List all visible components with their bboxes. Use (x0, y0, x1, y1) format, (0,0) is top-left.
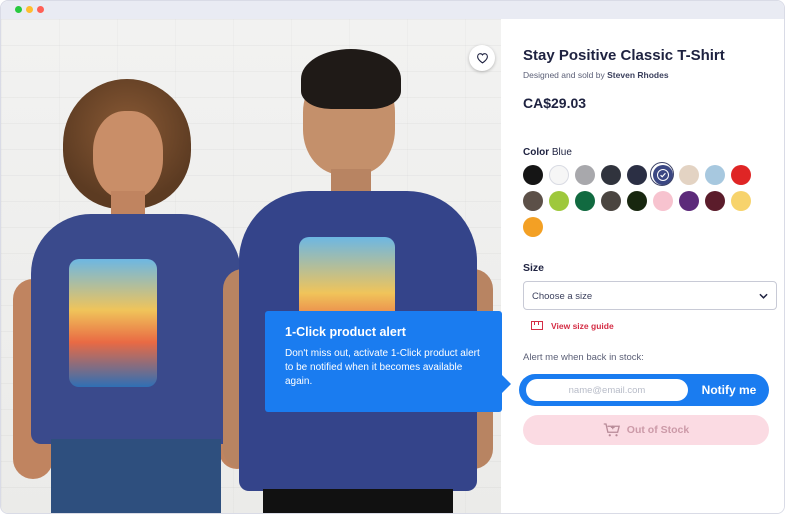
out-of-stock-label: Out of Stock (626, 424, 690, 436)
color-swatch[interactable] (575, 165, 595, 185)
color-swatch[interactable] (679, 191, 699, 211)
color-swatch[interactable] (650, 162, 674, 186)
size-guide-link[interactable]: View size guide (531, 321, 614, 331)
model-man-pants (263, 489, 453, 513)
notify-me-button[interactable]: Notify me (691, 374, 767, 406)
out-of-stock-button: Out of Stock (523, 415, 769, 445)
check-icon (657, 169, 669, 181)
model-man-hair (301, 49, 401, 109)
size-select-value: Choose a size (532, 291, 593, 302)
favorite-button[interactable] (469, 45, 495, 71)
color-label: Color Blue (523, 147, 572, 158)
color-swatch[interactable] (549, 165, 569, 185)
color-swatch[interactable] (601, 165, 621, 185)
notify-form: Notify me (519, 374, 769, 406)
color-swatch[interactable] (653, 191, 673, 211)
heart-icon (476, 53, 488, 64)
app-window: Stay Positive Classic T-Shirt Designed a… (0, 0, 785, 514)
designer-credit-prefix: Designed and sold by (523, 70, 605, 80)
color-swatch[interactable] (731, 165, 751, 185)
color-swatch[interactable] (601, 191, 621, 211)
color-swatch[interactable] (679, 165, 699, 185)
size-label: Size (523, 262, 545, 274)
ruler-icon (531, 321, 543, 330)
tooltip-title: 1-Click product alert (285, 325, 406, 339)
color-swatch[interactable] (627, 191, 647, 211)
model-woman-face (93, 111, 163, 199)
product-photo (1, 19, 501, 513)
color-swatch[interactable] (731, 191, 751, 211)
color-swatch[interactable] (627, 165, 647, 185)
email-field[interactable] (526, 379, 688, 401)
window-close-button[interactable] (15, 6, 22, 13)
product-details-panel: Stay Positive Classic T-Shirt Designed a… (501, 19, 784, 513)
color-swatch[interactable] (575, 191, 595, 211)
product-alert-tooltip: 1-Click product alert Don't miss out, ac… (265, 311, 511, 412)
size-guide-label: View size guide (551, 321, 614, 331)
model-woman-jeans (51, 439, 221, 513)
color-swatch[interactable] (705, 191, 725, 211)
tshirt-print-woman (69, 259, 157, 387)
size-select[interactable]: Choose a size (523, 281, 777, 310)
color-swatch[interactable] (549, 191, 569, 211)
window-titlebar (1, 1, 784, 20)
color-label-text: Color (523, 147, 550, 158)
stock-alert-label: Alert me when back in stock: (523, 352, 644, 363)
chevron-down-icon (759, 293, 768, 299)
color-swatch[interactable] (523, 217, 543, 237)
product-price: CA$29.03 (523, 95, 587, 111)
tooltip-body: Don't miss out, activate 1-Click product… (285, 348, 480, 387)
selected-color-name: Blue (551, 147, 572, 158)
designer-name[interactable]: Steven Rhodes (607, 70, 668, 80)
product-title: Stay Positive Classic T-Shirt (523, 47, 725, 64)
color-swatch[interactable] (523, 191, 543, 211)
cart-icon (603, 423, 620, 437)
designer-credit: Designed and sold by Steven Rhodes (523, 70, 669, 80)
window-minimize-button[interactable] (26, 6, 33, 13)
color-swatch[interactable] (705, 165, 725, 185)
color-swatch[interactable] (523, 165, 543, 185)
window-maximize-button[interactable] (37, 6, 44, 13)
